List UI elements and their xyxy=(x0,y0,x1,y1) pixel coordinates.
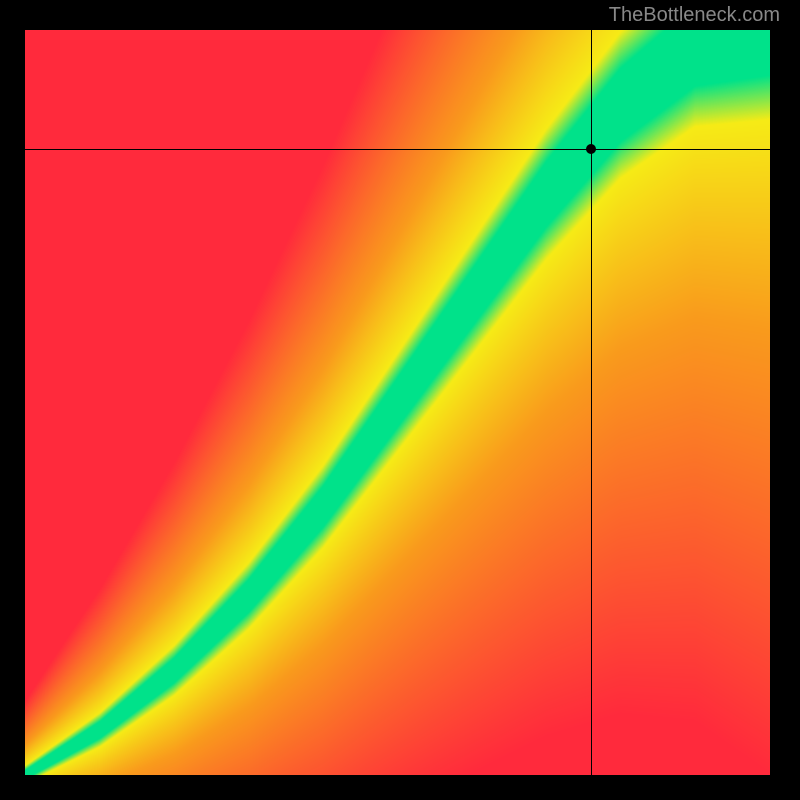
heatmap-canvas xyxy=(25,30,770,775)
heatmap-area xyxy=(25,30,770,775)
crosshair-horizontal xyxy=(0,149,800,150)
chart-container: TheBottleneck.com xyxy=(0,0,800,800)
selection-marker xyxy=(586,144,596,154)
crosshair-vertical xyxy=(591,0,592,800)
watermark-text: TheBottleneck.com xyxy=(609,4,780,27)
